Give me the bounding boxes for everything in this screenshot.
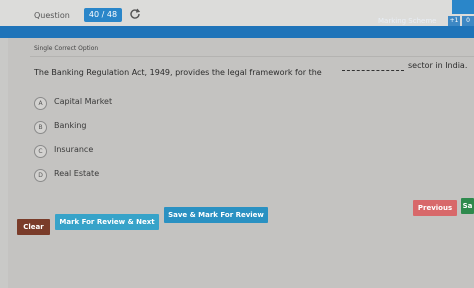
header-blue-bar — [0, 26, 474, 38]
question-tail: sector in India. — [408, 61, 468, 70]
blank-line — [342, 70, 404, 71]
question-counter[interactable]: 40 / 48 — [84, 8, 122, 22]
divider — [30, 56, 474, 57]
option-label: Capital Market — [54, 97, 113, 106]
option-radio[interactable]: B — [34, 121, 47, 134]
edit-icon[interactable] — [452, 0, 474, 14]
positive-marks-badge: +1 — [448, 16, 460, 26]
option-radio[interactable]: A — [34, 97, 47, 110]
option-radio[interactable]: C — [34, 145, 47, 158]
question-label: Question — [34, 11, 70, 20]
clear-button[interactable]: Clear — [17, 219, 50, 235]
refresh-icon[interactable] — [128, 7, 142, 21]
option-radio[interactable]: D — [34, 169, 47, 182]
previous-button[interactable]: Previous — [413, 200, 457, 216]
mark-for-review-next-button[interactable]: Mark For Review & Next — [55, 214, 159, 230]
option-label: Insurance — [54, 145, 94, 154]
option-label: Banking — [54, 121, 87, 130]
question-text: The Banking Regulation Act, 1949, provid… — [34, 68, 322, 77]
negative-marks-badge: 0 — [462, 16, 474, 26]
save-mark-for-review-button[interactable]: Save & Mark For Review — [164, 207, 268, 223]
save-next-button[interactable]: Sa — [461, 198, 474, 214]
section-title: Single Correct Option — [34, 45, 99, 52]
option-label: Real Estate — [54, 169, 100, 178]
marking-scheme-link[interactable]: Marking Scheme — [378, 17, 436, 25]
